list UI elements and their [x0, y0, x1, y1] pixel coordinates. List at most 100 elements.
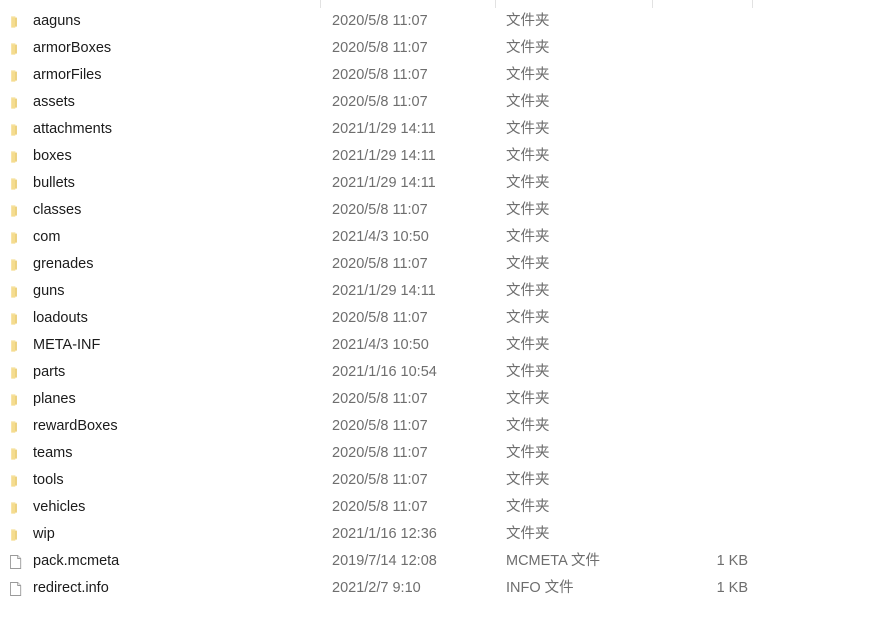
- column-divider-type[interactable]: [652, 0, 653, 8]
- table-row[interactable]: assets 2020/5/8 11:07 文件夹: [0, 89, 887, 116]
- cell-name[interactable]: armorBoxes: [8, 35, 308, 62]
- item-name: rewardBoxes: [33, 418, 118, 434]
- cell-size: [650, 521, 748, 548]
- folder-icon: [8, 419, 24, 435]
- cell-name[interactable]: assets: [8, 89, 308, 116]
- table-row[interactable]: classes 2020/5/8 11:07 文件夹: [0, 197, 887, 224]
- table-row[interactable]: aaguns 2020/5/8 11:07 文件夹: [0, 8, 887, 35]
- column-divider-date[interactable]: [495, 0, 496, 8]
- cell-name[interactable]: aaguns: [8, 8, 308, 35]
- folder-icon: [8, 284, 24, 300]
- item-name: attachments: [33, 121, 112, 137]
- cell-name[interactable]: META-INF: [8, 332, 308, 359]
- cell-date-modified: 2021/1/29 14:11: [332, 148, 436, 164]
- table-row[interactable]: boxes 2021/1/29 14:11 文件夹: [0, 143, 887, 170]
- cell-size: [650, 359, 748, 386]
- table-row[interactable]: planes 2020/5/8 11:07 文件夹: [0, 386, 887, 413]
- table-row[interactable]: armorBoxes 2020/5/8 11:07 文件夹: [0, 35, 887, 62]
- cell-type: 文件夹: [506, 391, 550, 407]
- table-row[interactable]: redirect.info 2021/2/7 9:10 INFO 文件 1 KB: [0, 575, 887, 602]
- item-name: guns: [33, 283, 65, 299]
- cell-name[interactable]: com: [8, 224, 308, 251]
- table-row[interactable]: armorFiles 2020/5/8 11:07 文件夹: [0, 62, 887, 89]
- cell-date-modified: 2020/5/8 11:07: [332, 499, 428, 515]
- table-row[interactable]: pack.mcmeta 2019/7/14 12:08 MCMETA 文件 1 KB: [0, 548, 887, 575]
- table-row[interactable]: com 2021/4/3 10:50 文件夹: [0, 224, 887, 251]
- table-row[interactable]: rewardBoxes 2020/5/8 11:07 文件夹: [0, 413, 887, 440]
- cell-type: 文件夹: [506, 94, 550, 110]
- item-name: assets: [33, 94, 75, 110]
- cell-date-modified: 2021/1/29 14:11: [332, 283, 436, 299]
- table-row[interactable]: wip 2021/1/16 12:36 文件夹: [0, 521, 887, 548]
- cell-name[interactable]: pack.mcmeta: [8, 548, 308, 575]
- table-row[interactable]: teams 2020/5/8 11:07 文件夹: [0, 440, 887, 467]
- cell-type: 文件夹: [506, 499, 550, 515]
- cell-type: MCMETA 文件: [506, 553, 600, 569]
- cell-size: [650, 494, 748, 521]
- cell-date-modified: 2020/5/8 11:07: [332, 445, 428, 461]
- folder-icon: [8, 500, 24, 516]
- cell-name[interactable]: wip: [8, 521, 308, 548]
- file-list-view[interactable]: aaguns 2020/5/8 11:07 文件夹 armorBoxes 2020/5/…: [0, 0, 887, 641]
- cell-size: 1 KB: [716, 553, 748, 569]
- cell-name[interactable]: rewardBoxes: [8, 413, 308, 440]
- cell-name[interactable]: attachments: [8, 116, 308, 143]
- cell-size: [650, 8, 748, 35]
- cell-name[interactable]: armorFiles: [8, 62, 308, 89]
- cell-name[interactable]: boxes: [8, 143, 308, 170]
- folder-icon: [8, 446, 24, 462]
- item-name: grenades: [33, 256, 94, 272]
- item-name: redirect.info: [33, 580, 109, 596]
- cell-name[interactable]: planes: [8, 386, 308, 413]
- table-row[interactable]: tools 2020/5/8 11:07 文件夹: [0, 467, 887, 494]
- file-icon: [8, 581, 24, 597]
- item-name: pack.mcmeta: [33, 553, 120, 569]
- table-row[interactable]: vehicles 2020/5/8 11:07 文件夹: [0, 494, 887, 521]
- cell-date-modified: 2020/5/8 11:07: [332, 40, 428, 56]
- cell-date-modified: 2021/4/3 10:50: [332, 337, 429, 353]
- folder-icon: [8, 311, 24, 327]
- column-divider-name[interactable]: [320, 0, 321, 8]
- cell-name[interactable]: teams: [8, 440, 308, 467]
- cell-name[interactable]: redirect.info: [8, 575, 308, 602]
- table-row[interactable]: loadouts 2020/5/8 11:07 文件夹: [0, 305, 887, 332]
- table-row[interactable]: guns 2021/1/29 14:11 文件夹: [0, 278, 887, 305]
- cell-type: 文件夹: [506, 175, 550, 191]
- cell-size: [650, 413, 748, 440]
- item-name: vehicles: [33, 499, 86, 515]
- cell-name[interactable]: vehicles: [8, 494, 308, 521]
- item-name: bullets: [33, 175, 75, 191]
- cell-name[interactable]: classes: [8, 197, 308, 224]
- cell-size: [650, 251, 748, 278]
- cell-size: [650, 467, 748, 494]
- cell-size: [650, 332, 748, 359]
- cell-name[interactable]: parts: [8, 359, 308, 386]
- cell-name[interactable]: tools: [8, 467, 308, 494]
- cell-name[interactable]: loadouts: [8, 305, 308, 332]
- cell-name[interactable]: bullets: [8, 170, 308, 197]
- item-name: classes: [33, 202, 82, 218]
- cell-date-modified: 2020/5/8 11:07: [332, 472, 428, 488]
- table-row[interactable]: bullets 2021/1/29 14:11 文件夹: [0, 170, 887, 197]
- table-row[interactable]: META-INF 2021/4/3 10:50 文件夹: [0, 332, 887, 359]
- folder-icon: [8, 392, 24, 408]
- cell-type: 文件夹: [506, 256, 550, 272]
- cell-name[interactable]: grenades: [8, 251, 308, 278]
- cell-name[interactable]: guns: [8, 278, 308, 305]
- table-row[interactable]: grenades 2020/5/8 11:07 文件夹: [0, 251, 887, 278]
- folder-icon: [8, 473, 24, 489]
- cell-type: 文件夹: [506, 229, 550, 245]
- cell-date-modified: 2020/5/8 11:07: [332, 67, 428, 83]
- folder-icon: [8, 338, 24, 354]
- cell-type: 文件夹: [506, 202, 550, 218]
- file-icon: [8, 554, 24, 570]
- cell-type: 文件夹: [506, 121, 550, 137]
- column-divider-size[interactable]: [752, 0, 753, 8]
- item-name: aaguns: [33, 13, 81, 29]
- cell-size: [650, 440, 748, 467]
- item-name: armorBoxes: [33, 40, 112, 56]
- table-row[interactable]: parts 2021/1/16 10:54 文件夹: [0, 359, 887, 386]
- cell-date-modified: 2020/5/8 11:07: [332, 391, 428, 407]
- cell-date-modified: 2020/5/8 11:07: [332, 13, 428, 29]
- table-row[interactable]: attachments 2021/1/29 14:11 文件夹: [0, 116, 887, 143]
